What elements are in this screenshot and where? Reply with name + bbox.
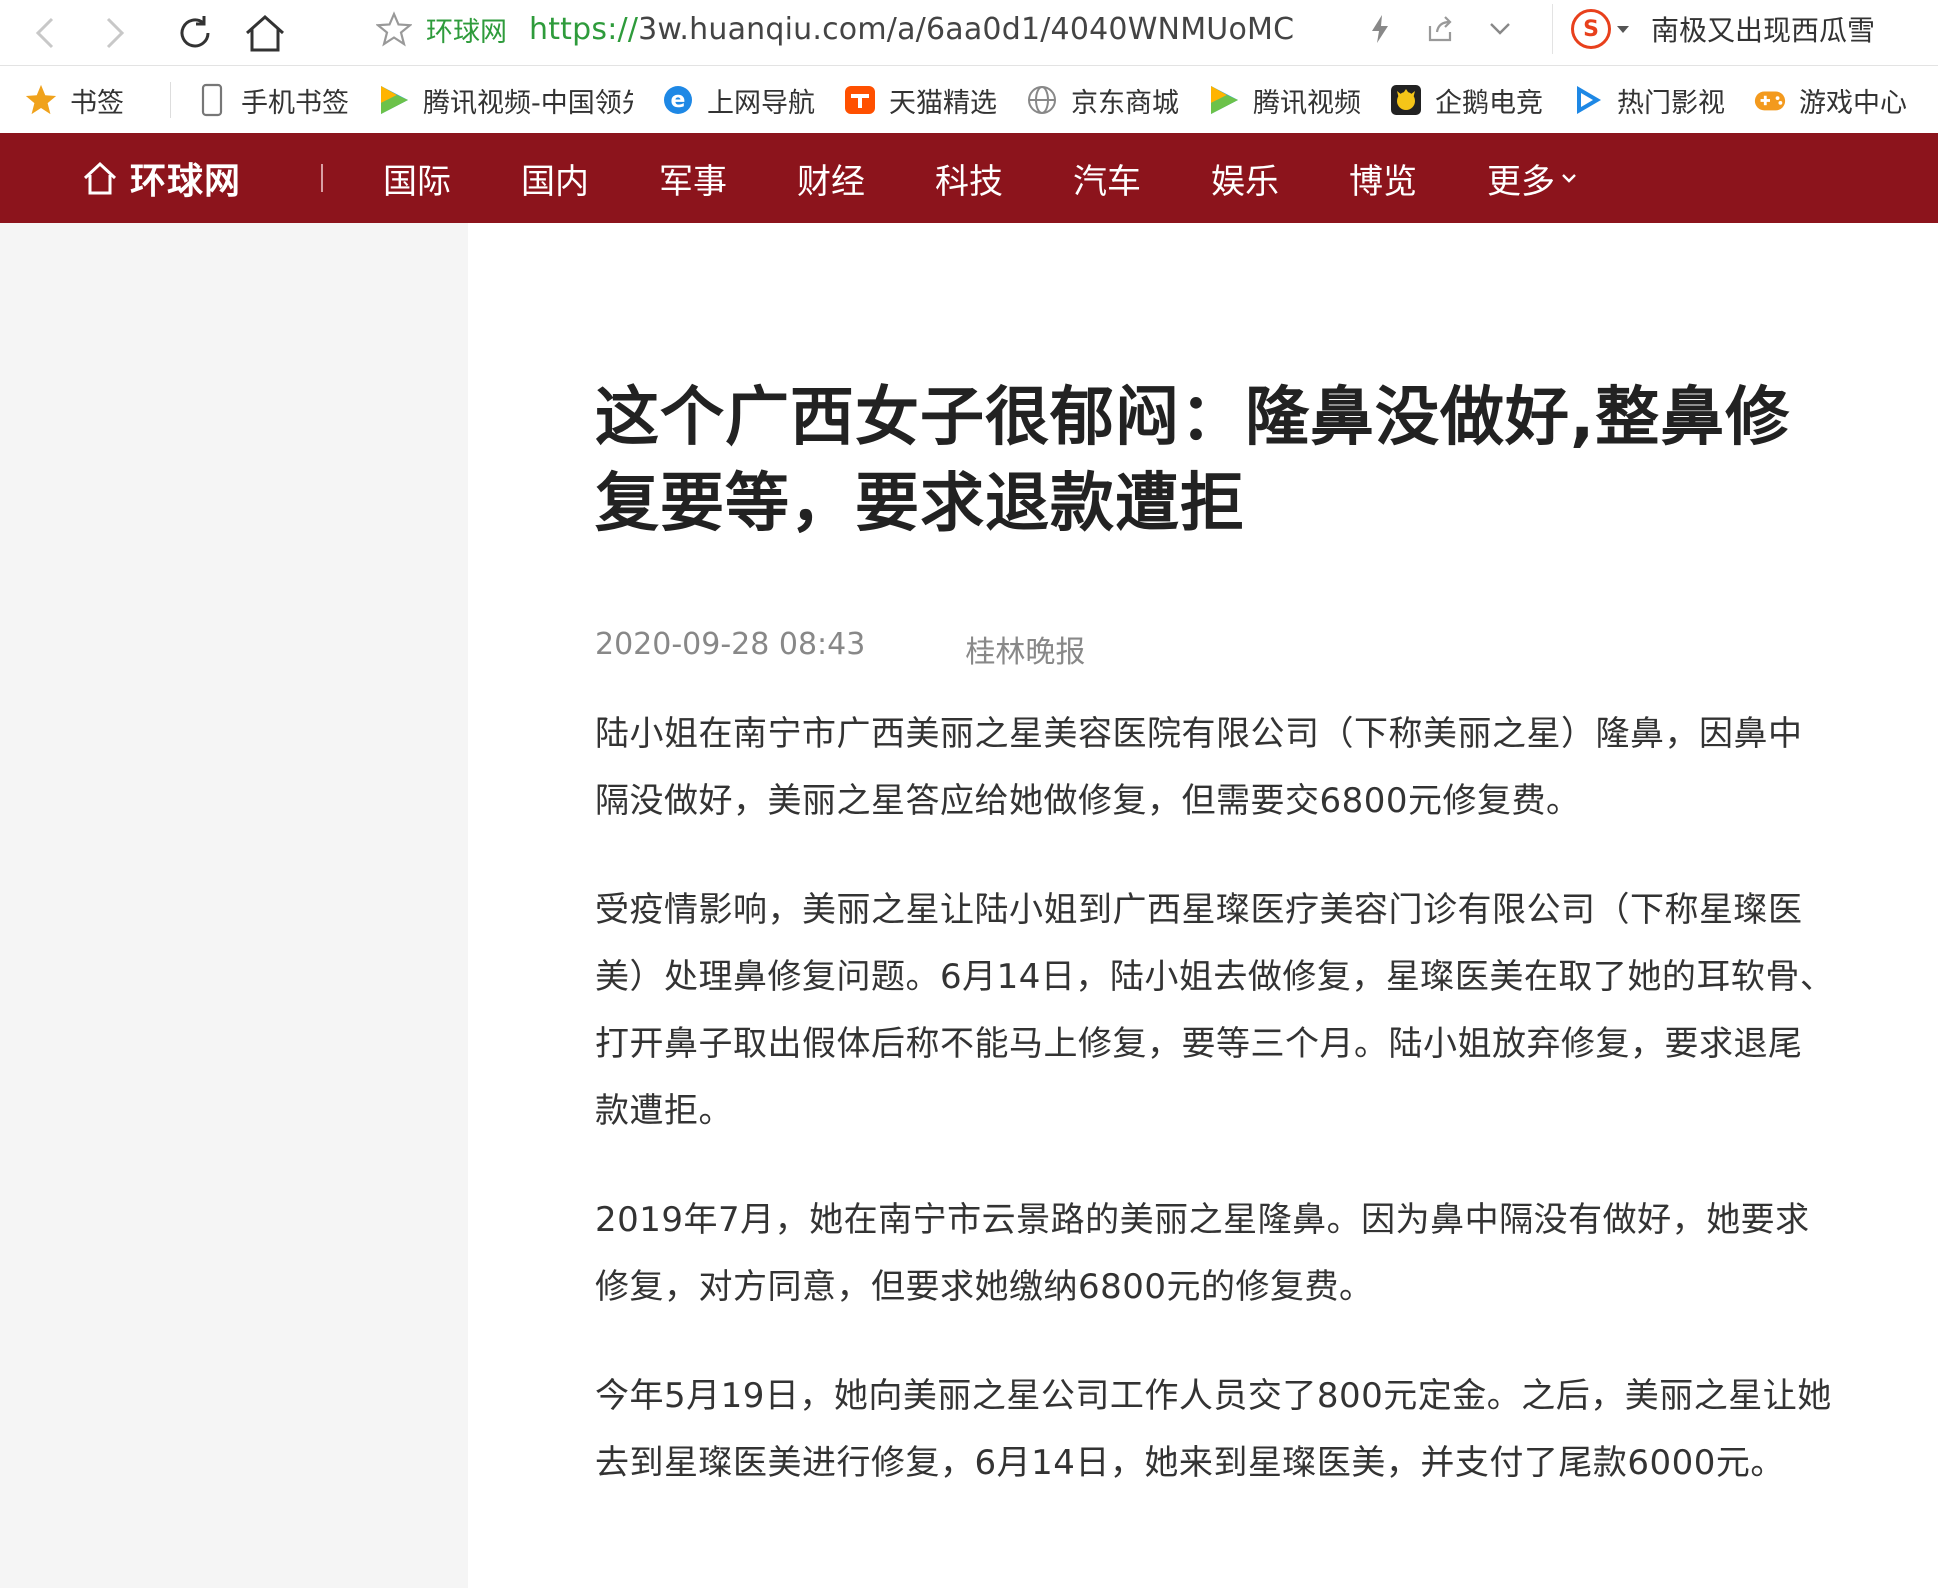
back-arrow-icon: [35, 17, 54, 48]
site-nav-bar: 环球网 国际 国内 军事 财经 科技 汽车 娱乐 博览 更多: [0, 133, 1938, 223]
bookmark-item-bookmarks[interactable]: 书签: [24, 75, 142, 125]
nav-item-domestic[interactable]: 国内: [521, 154, 589, 203]
bookmarks-divider: [170, 82, 171, 118]
bookmark-item-mobile[interactable]: 手机书签: [195, 75, 349, 125]
nav-item-international[interactable]: 国际: [383, 154, 451, 203]
article-title: 这个广西女子很郁闷：隆鼻没做好,整鼻修复要等，要求退款遭拒: [595, 381, 1791, 541]
bookmark-star-icon[interactable]: [376, 11, 412, 47]
back-button[interactable]: [16, 4, 74, 62]
bookmark-item-tencent-video[interactable]: 腾讯视频: [1207, 75, 1361, 125]
ie-icon: e: [661, 83, 695, 117]
reload-icon: [180, 15, 210, 47]
reload-button[interactable]: [166, 4, 224, 62]
site-logo[interactable]: 环球网: [82, 152, 241, 204]
share-icon: [1428, 16, 1452, 42]
logo-divider: [321, 164, 324, 192]
forward-arrow-icon: [106, 17, 125, 48]
bookmark-item-hot-videos[interactable]: 热门影视: [1571, 75, 1725, 125]
nav-item-auto[interactable]: 汽车: [1073, 154, 1141, 203]
address-bar[interactable]: 环球网 https://3w.huanqiu.com/a/6aa0d1/4040…: [370, 4, 1530, 54]
chevron-down-icon: [1490, 23, 1510, 35]
chevron-down-icon: [1562, 174, 1576, 183]
article: 这个广西女子很郁闷：隆鼻没做好,整鼻修复要等，要求退款遭拒 2020-09-28…: [595, 223, 1835, 1497]
bookmark-item-game-center[interactable]: 游戏中心: [1753, 75, 1907, 125]
article-paragraph: 陆小姐在南宁市广西美丽之星美容医院有限公司（下称美丽之星）隆鼻，因鼻中隔没做好，…: [595, 714, 1803, 821]
nav-item-more[interactable]: 更多: [1487, 154, 1577, 203]
bookmark-label: 天猫精选: [889, 87, 997, 119]
bookmarks-bar: 书签 手机书签 腾讯视频-中国领先 e 上网导航 天猫精选 京东商城 腾讯视频 …: [0, 67, 1938, 133]
fast-mode-button[interactable]: [1350, 4, 1410, 54]
sogou-search-icon[interactable]: S: [1571, 9, 1611, 49]
tmall-icon: [843, 83, 877, 117]
lightning-icon: [1372, 15, 1388, 43]
tencent-video-icon: [377, 83, 411, 117]
tencent-video-icon: [1207, 83, 1241, 117]
article-source[interactable]: 桂林晚报: [965, 627, 1085, 671]
article-paragraph: 受疫情影响，美丽之星让陆小姐到广西星璨医疗美容门诊有限公司（下称星璨医美）处理鼻…: [595, 890, 1835, 1131]
bookmark-label: 书签: [70, 87, 124, 119]
bookmark-label: 热门影视: [1617, 87, 1725, 119]
article-date: 2020-09-28 08:43: [595, 627, 866, 662]
bookmark-item-web-nav[interactable]: e 上网导航: [661, 75, 815, 125]
share-button[interactable]: [1410, 4, 1470, 54]
bookmark-label: 腾讯视频-中国领先: [423, 87, 633, 119]
site-name-label: 环球网: [426, 16, 507, 48]
nav-item-military[interactable]: 军事: [659, 154, 727, 203]
nav-item-finance[interactable]: 财经: [797, 154, 865, 203]
phone-icon: [195, 83, 229, 117]
article-meta: 2020-09-28 08:43 桂林晚报: [595, 627, 1835, 671]
bookmark-label: 游戏中心: [1799, 87, 1907, 119]
browser-toolbar: 环球网 https://3w.huanqiu.com/a/6aa0d1/4040…: [0, 0, 1938, 66]
article-paragraph: 今年5月19日，她向美丽之星公司工作人员交了800元定金。之后，美丽之星让她去到…: [595, 1376, 1832, 1483]
search-box[interactable]: S 南极又出现西瓜雪: [1552, 4, 1938, 54]
left-sidebar-area: [0, 223, 468, 1588]
gamepad-icon: [1753, 83, 1787, 117]
bookmark-item-jd[interactable]: 京东商城: [1025, 75, 1179, 125]
globe-icon: [1025, 83, 1059, 117]
bookmark-item-penguin-esports[interactable]: 企鹅电竞: [1389, 75, 1543, 125]
article-paragraph: 2019年7月，她在南宁市云景路的美丽之星隆鼻。因为鼻中隔没有做好，她要求修复，…: [595, 1200, 1810, 1307]
bookmark-label: 手机书签: [241, 87, 349, 119]
bookmark-label: 腾讯视频: [1253, 87, 1361, 119]
search-engine-dropdown-icon[interactable]: [1617, 25, 1629, 33]
bookmark-label: 企鹅电竞: [1435, 87, 1543, 119]
penguin-esports-icon: [1389, 83, 1423, 117]
bookmark-label: 上网导航: [707, 87, 815, 119]
home-icon: [246, 14, 284, 51]
bookmark-item-tmall[interactable]: 天猫精选: [843, 75, 997, 125]
url-text[interactable]: https://3w.huanqiu.com/a/6aa0d1/4040WNMU…: [529, 12, 1299, 47]
star-icon: [24, 83, 58, 117]
url-scheme: https://: [529, 11, 639, 47]
url-dropdown-button[interactable]: [1470, 4, 1530, 54]
search-query-text[interactable]: 南极又出现西瓜雪: [1651, 9, 1875, 49]
logo-text: 环球网: [130, 161, 242, 202]
url-path: 3w.huanqiu.com/a/6aa0d1/4040WNMUoMC: [638, 11, 1295, 47]
video-play-icon: [1571, 83, 1605, 117]
nav-item-entertainment[interactable]: 娱乐: [1211, 154, 1279, 203]
nav-item-expo[interactable]: 博览: [1349, 154, 1417, 203]
bookmark-item-tencent-video-china[interactable]: 腾讯视频-中国领先: [377, 75, 633, 125]
home-outline-icon: [83, 161, 117, 195]
nav-item-tech[interactable]: 科技: [935, 154, 1003, 203]
home-button[interactable]: [236, 4, 294, 62]
bookmark-label: 京东商城: [1071, 87, 1179, 119]
svg-text:e: e: [671, 88, 686, 113]
nav-more-label: 更多: [1487, 161, 1556, 202]
forward-button[interactable]: [86, 4, 144, 62]
